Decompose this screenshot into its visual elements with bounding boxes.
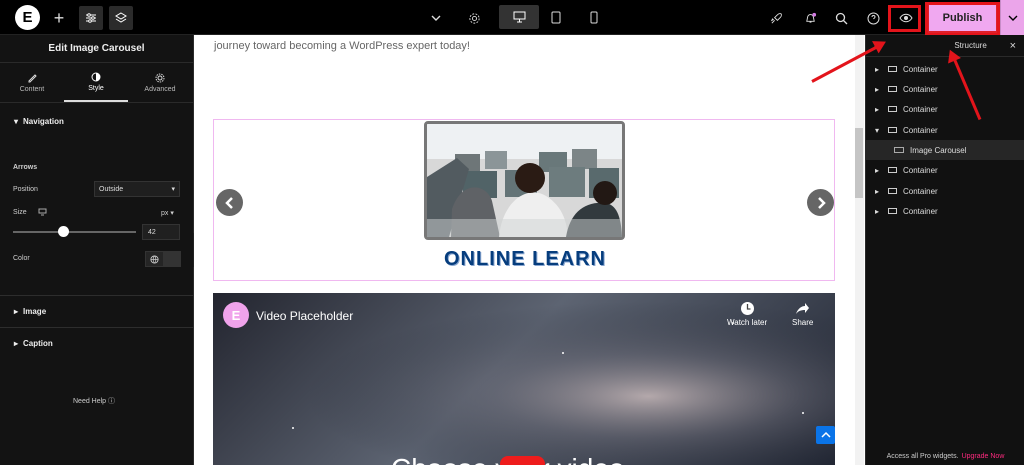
help-circle-icon: ⓘ xyxy=(108,398,116,405)
tab-content[interactable]: Content xyxy=(0,63,64,102)
size-unit[interactable]: px ▾ xyxy=(161,209,174,217)
tab-advanced[interactable]: Advanced xyxy=(128,63,192,102)
tree-item-container-4[interactable]: ▾ Container xyxy=(866,120,1024,140)
color-label: Color xyxy=(13,255,30,262)
size-slider-track[interactable] xyxy=(13,231,136,233)
chevron-right-icon: ▸ xyxy=(875,206,880,216)
add-element-icon[interactable]: + xyxy=(47,6,71,30)
clock-icon xyxy=(740,302,754,315)
elementor-logo-icon[interactable]: E xyxy=(15,5,40,30)
globe-icon[interactable] xyxy=(146,252,163,266)
page-settings-gear-icon[interactable] xyxy=(462,6,486,30)
video-title: Video Placeholder xyxy=(256,309,354,323)
canvas-scrollbar[interactable] xyxy=(855,35,864,465)
carousel-caption: ONLINE LEARN xyxy=(444,248,606,270)
editor-panel: Edit Image Carousel Content Style Advanc… xyxy=(0,35,194,465)
color-swatch[interactable] xyxy=(163,252,180,266)
chevron-down-icon: ▾ xyxy=(14,116,19,126)
structure-panel: ▤ Structure × ▸Container ▸Container ▸Con… xyxy=(865,35,1024,465)
video-channel-logo-icon: E xyxy=(223,302,249,328)
style-half-circle-icon xyxy=(91,72,101,81)
navigation-section[interactable]: ▾ Navigation xyxy=(0,103,193,139)
tree-item-container-1[interactable]: ▸ Container xyxy=(866,59,1024,79)
tree-item-container-3[interactable]: ▸ Container xyxy=(866,99,1024,119)
notifications-icon[interactable] xyxy=(798,6,822,30)
panel-title: Edit Image Carousel xyxy=(0,35,193,63)
share-button[interactable]: Share xyxy=(792,301,813,327)
canvas-scroll-thumb[interactable] xyxy=(855,128,863,198)
container-icon xyxy=(888,188,897,194)
desktop-icon[interactable] xyxy=(499,5,539,29)
color-picker[interactable] xyxy=(145,251,181,267)
chevron-right-icon: ▸ xyxy=(14,306,19,316)
publish-highlight-box xyxy=(925,2,1000,36)
chevron-down-icon: ▾ xyxy=(171,186,175,193)
position-label: Position xyxy=(13,186,38,193)
chevron-right-icon: ▸ xyxy=(875,64,880,74)
carousel-image xyxy=(424,121,625,240)
chevron-right-icon: ▸ xyxy=(875,186,880,196)
caption-section[interactable]: ▸ Caption xyxy=(0,325,53,361)
container-icon xyxy=(888,208,897,214)
chevron-right-icon: ▸ xyxy=(875,165,880,175)
image-carousel-icon xyxy=(894,147,904,153)
editor-canvas: journey toward becoming a WordPress expe… xyxy=(194,35,866,465)
help-icon[interactable] xyxy=(861,6,885,30)
tablet-icon[interactable] xyxy=(544,5,568,29)
chevron-right-icon: ▸ xyxy=(14,338,19,348)
watch-later-button[interactable]: Watch later xyxy=(727,301,767,327)
mobile-icon[interactable] xyxy=(582,5,606,29)
image-section[interactable]: ▸ Image xyxy=(0,293,46,329)
video-placeholder[interactable]: E Video Placeholder Watch later Share Ch… xyxy=(213,293,835,465)
page-options-chevron-icon[interactable] xyxy=(424,6,448,30)
tab-style[interactable]: Style xyxy=(64,63,128,102)
size-label: Size xyxy=(13,209,27,216)
tree-item-container-2[interactable]: ▸ Container xyxy=(866,79,1024,99)
scroll-top-button[interactable] xyxy=(816,426,835,444)
device-switcher xyxy=(499,4,611,31)
container-icon xyxy=(888,86,897,92)
pencil-icon xyxy=(28,73,37,82)
upgrade-now-link[interactable]: Upgrade Now xyxy=(962,453,1005,460)
carousel-next-button[interactable] xyxy=(807,189,834,216)
tree-item-image-carousel[interactable]: Image Carousel xyxy=(866,140,1024,160)
publish-options-chevron-icon[interactable] xyxy=(1000,0,1024,35)
size-number-input[interactable]: 42 xyxy=(142,224,180,240)
container-icon xyxy=(888,66,897,72)
tree-item-container-7[interactable]: ▸ Container xyxy=(866,201,1024,221)
tree-item-container-6[interactable]: ▸ Container xyxy=(866,181,1024,201)
panel-tabs: Content Style Advanced xyxy=(0,63,193,103)
preview-highlight-box xyxy=(888,5,921,32)
structure-icon[interactable] xyxy=(109,6,133,30)
close-icon[interactable]: × xyxy=(1010,40,1016,52)
chevron-down-icon: ▾ xyxy=(875,125,880,135)
container-icon xyxy=(888,127,897,133)
container-icon xyxy=(888,106,897,112)
size-slider-handle[interactable] xyxy=(58,226,69,237)
share-arrow-icon xyxy=(796,303,810,314)
need-help-link[interactable]: Need Help ⓘ xyxy=(73,396,115,406)
desktop-icon xyxy=(38,208,47,216)
advanced-gear-icon xyxy=(155,73,165,82)
site-settings-icon[interactable] xyxy=(79,6,103,30)
image-carousel[interactable]: ONLINE LEARN xyxy=(213,119,835,281)
tree-item-container-5[interactable]: ▸ Container xyxy=(866,160,1024,180)
search-icon[interactable] xyxy=(829,6,853,30)
chevron-right-icon: ▸ xyxy=(875,84,880,94)
pro-widgets-footer: Access all Pro widgets. Upgrade Now xyxy=(886,453,1005,460)
intro-text: journey toward becoming a WordPress expe… xyxy=(214,40,470,52)
top-toolbar: E + Publish xyxy=(0,0,1024,35)
rocket-icon[interactable] xyxy=(764,6,788,30)
chevron-right-icon: ▸ xyxy=(875,104,880,114)
youtube-play-button[interactable] xyxy=(500,456,545,465)
carousel-prev-button[interactable] xyxy=(216,189,243,216)
container-icon xyxy=(888,167,897,173)
position-select[interactable]: Outside ▾ xyxy=(94,181,180,197)
arrows-label: Arrows xyxy=(13,164,38,171)
